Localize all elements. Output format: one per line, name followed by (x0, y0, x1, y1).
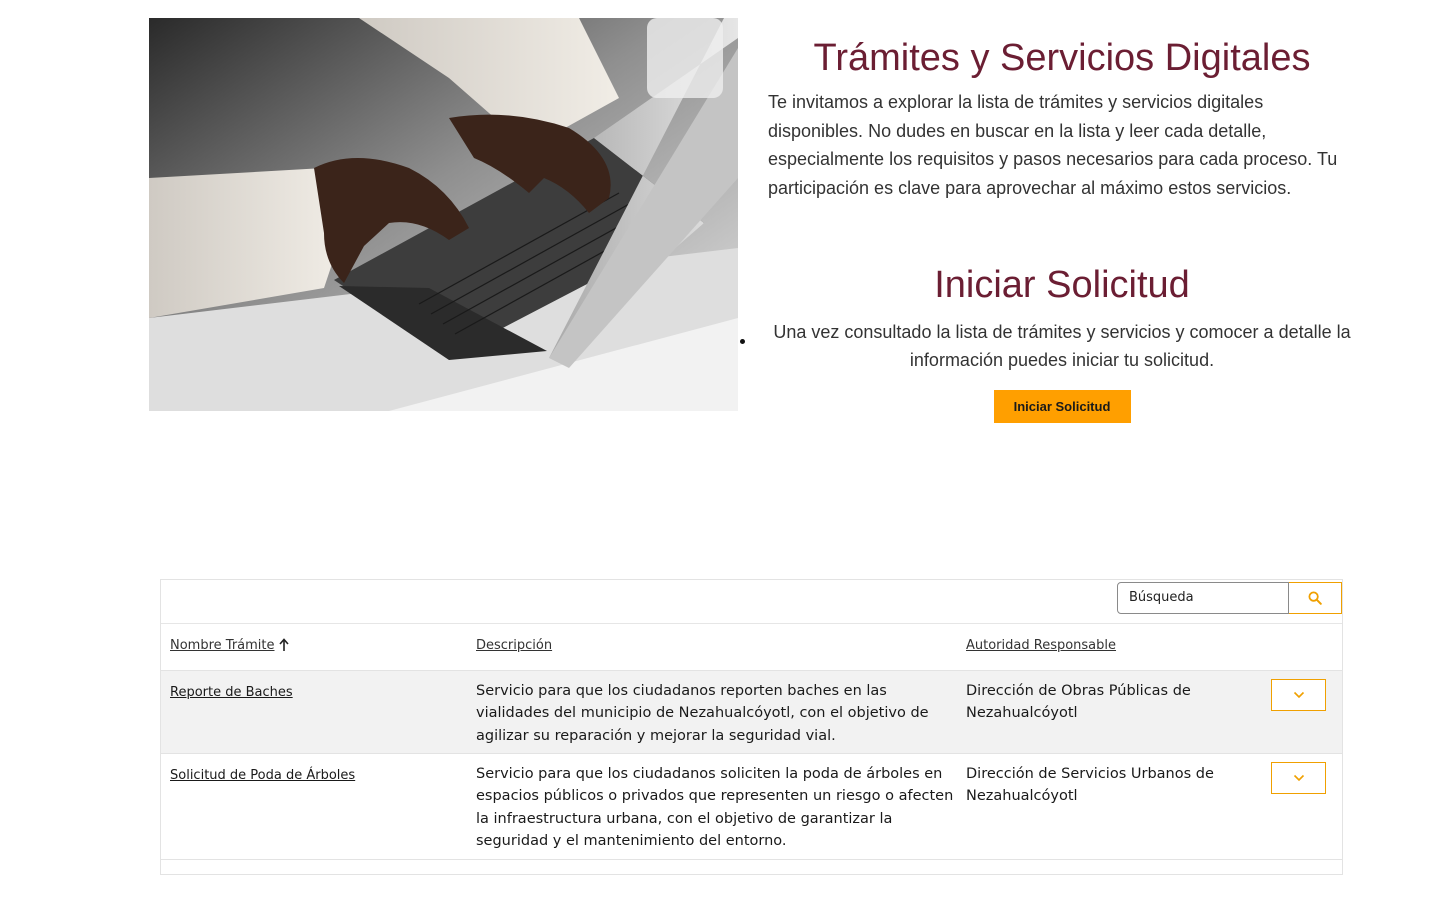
cell-name: Solicitud de Poda de Árboles (161, 753, 467, 860)
start-request-section: Iniciar Solicitud Una vez consultado la … (766, 262, 1358, 423)
start-request-title: Iniciar Solicitud (934, 264, 1190, 306)
intro-section: Trámites y Servicios Digitales Te invita… (766, 36, 1358, 202)
cell-authority: Dirección de Obras Públicas de Nezahualc… (957, 670, 1271, 754)
column-header-name-label[interactable]: Nombre Trámite (170, 638, 275, 653)
cell-actions (1271, 753, 1342, 860)
procedure-link[interactable]: Reporte de Baches (170, 685, 293, 700)
search-bar: Búsqueda (1117, 582, 1342, 614)
page: Trámites y Servicios Digitales Te invita… (0, 0, 1442, 899)
page-title: Trámites y Servicios Digitales (813, 37, 1311, 79)
table-header-row: Nombre Trámite Descripción Autoridad Res… (161, 624, 1342, 671)
search-button[interactable] (1289, 582, 1342, 614)
cell-authority: Dirección de Servicios Urbanos de Nezahu… (957, 753, 1271, 860)
column-header-actions (1271, 624, 1342, 671)
start-request-button[interactable]: Iniciar Solicitud (993, 390, 1131, 423)
cell-name: Reporte de Baches (161, 670, 467, 754)
procedures-table: Nombre Trámite Descripción Autoridad Res… (161, 624, 1342, 860)
procedures-table-card: Búsqueda Nombre Trámite Descripción Auto… (160, 579, 1343, 875)
table-row: Reporte de Baches Servicio para que los … (161, 670, 1342, 754)
chevron-down-icon (1293, 691, 1304, 698)
cell-actions (1271, 670, 1342, 754)
expand-row-button[interactable] (1271, 761, 1326, 794)
column-header-description[interactable]: Descripción (467, 624, 957, 671)
expand-row-button[interactable] (1271, 678, 1326, 711)
column-header-authority-label[interactable]: Autoridad Responsable (966, 638, 1116, 653)
cell-description: Servicio para que los ciudadanos reporte… (467, 670, 957, 754)
intro-text: Te invitamos a explorar la lista de trám… (768, 92, 1338, 198)
search-input[interactable]: Búsqueda (1117, 582, 1289, 614)
column-header-description-label[interactable]: Descripción (476, 638, 552, 653)
cell-description: Servicio para que los ciudadanos solicit… (467, 753, 957, 860)
column-header-authority[interactable]: Autoridad Responsable (957, 624, 1271, 671)
bullet-dot (740, 339, 745, 344)
laptop-typing-photo (149, 18, 738, 411)
start-request-text: Una vez consultado la lista de trámites … (773, 322, 1351, 370)
column-header-name[interactable]: Nombre Trámite (161, 624, 467, 671)
search-icon (1308, 591, 1322, 605)
arrow-up-icon (279, 638, 289, 651)
chevron-down-icon (1293, 774, 1304, 781)
procedure-link[interactable]: Solicitud de Poda de Árboles (170, 768, 355, 783)
table-row: Solicitud de Poda de Árboles Servicio pa… (161, 753, 1342, 860)
